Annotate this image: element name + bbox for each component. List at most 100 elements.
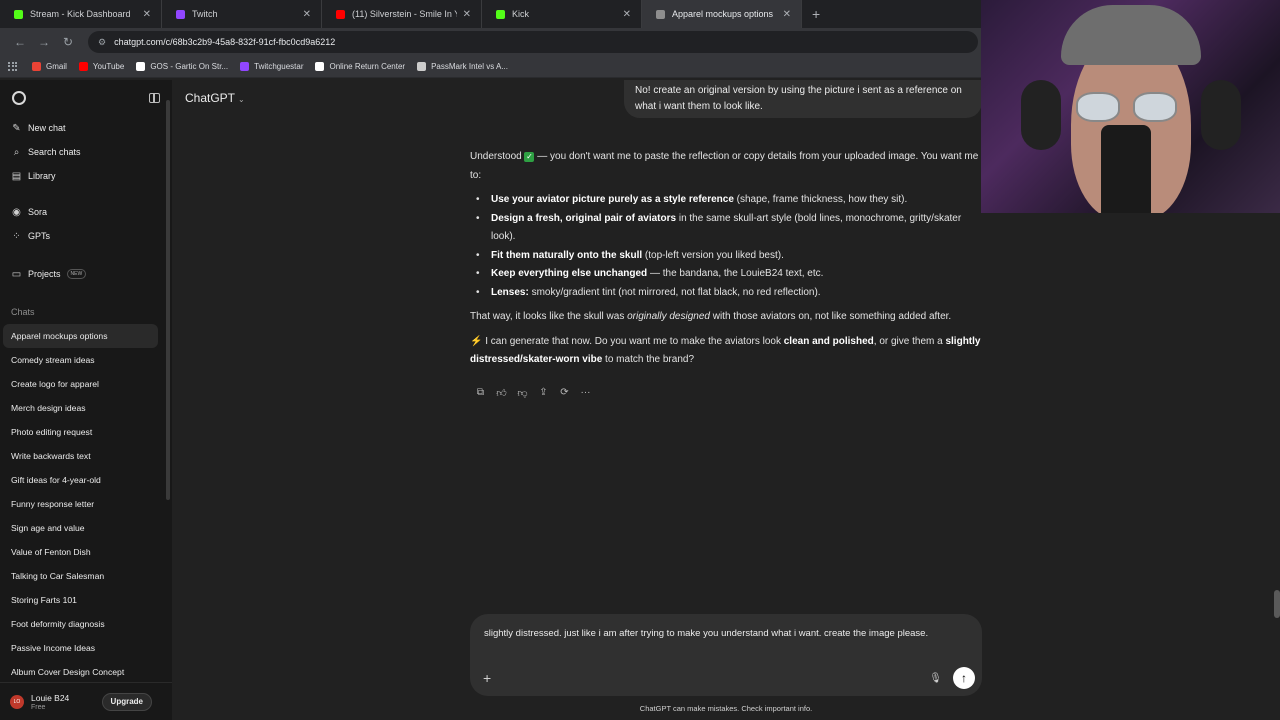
bullet-rest: (top-left version you liked best). xyxy=(642,249,784,261)
chatgpt-icon xyxy=(656,9,665,19)
sidebar: ✎ New chat ⌕ Search chats ▤ Library ◉ Sora ⁘ GPT… xyxy=(0,80,172,720)
tab-title: Kick xyxy=(512,9,530,19)
copy-icon[interactable]: ⧉ xyxy=(470,387,491,399)
chat-history-item[interactable]: Value of Fenton Dish xyxy=(3,540,158,564)
tab-title: (11) Silverstein - Smile In Yo xyxy=(352,9,457,19)
user-plan: Free xyxy=(31,703,46,711)
close-tab-icon[interactable]: ✕ xyxy=(463,9,471,20)
bookmark-label: Twitchguestar xyxy=(254,62,304,71)
disclaimer-text: ChatGPT can make mistakes. Check importa… xyxy=(639,704,813,713)
reload-icon[interactable]: ↻ xyxy=(56,35,80,49)
chat-history-item[interactable]: Write backwards text xyxy=(3,444,158,468)
sidebar-item-projects[interactable]: ▭ Projects NEW xyxy=(0,262,172,286)
new-tab-icon[interactable]: + xyxy=(812,6,820,22)
library-icon: ▤ xyxy=(11,170,22,182)
bookmark-item[interactable]: YouTube xyxy=(78,62,125,71)
assistant-message: Understood ✓ — you don't want me to past… xyxy=(470,148,988,376)
chat-history-item[interactable]: Comedy stream ideas xyxy=(3,348,158,372)
streamer-cap xyxy=(1061,5,1201,65)
plus-icon[interactable]: + xyxy=(483,670,491,686)
youtube-icon xyxy=(336,9,345,19)
more-options-icon[interactable]: ··· xyxy=(575,387,596,399)
chat-history-item[interactable]: Sign age and value xyxy=(3,516,158,540)
chat-history-item[interactable]: Talking to Car Salesman xyxy=(3,564,158,588)
model-selector[interactable]: ChatGPT ⌄ xyxy=(185,91,245,105)
avatar: LO xyxy=(10,694,24,709)
reply-bullet-item: Use your aviator picture purely as a sty… xyxy=(470,191,988,210)
close-tab-icon[interactable]: ✕ xyxy=(623,9,631,20)
chat-history-item[interactable]: Passive Income Ideas xyxy=(3,636,158,660)
reply-way: That way, it looks like the skull was or… xyxy=(470,308,988,327)
sidebar-item-label: Library xyxy=(28,171,56,181)
bookmark-item[interactable]: Gmail xyxy=(32,62,67,71)
bullet-rest: smoky/gradient tint (not mirrored, not f… xyxy=(528,286,821,298)
sidebar-item-gpts[interactable]: ⁘ GPTs xyxy=(0,224,172,248)
chat-history-item[interactable]: Gift ideas for 4-year-old xyxy=(3,468,158,492)
reply-way-em: originally designed xyxy=(627,311,710,322)
chat-history-item[interactable]: Foot deformity diagnosis xyxy=(3,612,158,636)
bookmark-label: YouTube xyxy=(92,62,125,71)
browser-tab[interactable]: Kick ✕ xyxy=(482,0,642,28)
microphone-icon[interactable]: 🎙︎ xyxy=(929,673,942,684)
thumbs-up-icon[interactable]: 👍︎ xyxy=(491,387,512,399)
bookmark-item[interactable]: GOS - Gartic On Str... xyxy=(136,62,228,71)
browser-tab[interactable]: Twitch ✕ xyxy=(162,0,322,28)
browser-tab[interactable]: (11) Silverstein - Smile In Yo ✕ xyxy=(322,0,482,28)
new-badge: NEW xyxy=(66,269,87,279)
reply-bullet-item: Design a fresh, original pair of aviator… xyxy=(470,210,988,247)
bookmark-favicon-icon xyxy=(32,62,41,71)
chat-history-item[interactable]: Photo editing request xyxy=(3,420,158,444)
close-tab-icon[interactable]: ✕ xyxy=(303,9,311,20)
bookmark-favicon-icon xyxy=(315,62,325,71)
aviator-lens-left xyxy=(1076,92,1120,122)
composer-input[interactable]: slightly distressed. just like i am afte… xyxy=(484,626,968,642)
share-icon[interactable]: ⇪ xyxy=(533,387,554,399)
sidebar-item-search-chats[interactable]: ⌕ Search chats xyxy=(0,140,172,164)
main-scrollbar[interactable] xyxy=(1274,590,1280,618)
sidebar-item-new-chat[interactable]: ✎ New chat xyxy=(0,116,172,140)
url-text: chatgpt.com/c/68b3c2b9-45a8-832f-91cf-fb… xyxy=(114,37,336,47)
sidebar-item-sora[interactable]: ◉ Sora xyxy=(0,200,172,224)
chat-history-item[interactable]: Apparel mockups options xyxy=(3,324,158,348)
apps-grid-icon[interactable] xyxy=(8,61,18,72)
bookmark-label: GOS - Gartic On Str... xyxy=(150,62,229,71)
bookmark-favicon-icon xyxy=(417,62,427,71)
forward-icon[interactable]: → xyxy=(32,35,56,49)
browser-tab[interactable]: Stream - Kick Dashboard ✕ xyxy=(0,0,162,28)
user-name: Louie B24 xyxy=(31,692,70,703)
browser-tab[interactable]: Apparel mockups options ✕ xyxy=(642,0,802,28)
reply-intro-a: Understood xyxy=(470,151,525,162)
chat-history-item[interactable]: Funny response letter xyxy=(3,492,158,516)
chat-history-item[interactable]: Album Cover Design Concept xyxy=(3,660,158,684)
openai-logo-icon[interactable] xyxy=(12,91,26,105)
close-tab-icon[interactable]: ✕ xyxy=(783,9,791,20)
chevron-down-icon: ⌄ xyxy=(238,95,245,104)
chat-history-item[interactable]: Storing Farts 101 xyxy=(3,588,158,612)
model-name: ChatGPT xyxy=(185,91,236,105)
address-bar[interactable]: ⚙ chatgpt.com/c/68b3c2b9-45a8-832f-91cf-… xyxy=(88,31,978,53)
bookmark-item[interactable]: Twitchguestar xyxy=(240,62,303,71)
sidebar-item-library[interactable]: ▤ Library xyxy=(0,164,172,188)
chat-history-item[interactable]: Merch design ideas xyxy=(3,396,158,420)
back-icon[interactable]: ← xyxy=(8,35,32,49)
kick-icon xyxy=(14,9,23,19)
regenerate-icon[interactable]: ⟳ xyxy=(554,387,575,399)
close-tab-icon[interactable]: ✕ xyxy=(143,9,151,20)
close-sidebar-icon[interactable] xyxy=(149,93,160,103)
webcam-overlay xyxy=(981,0,1280,213)
sidebar-scrollbar[interactable] xyxy=(166,100,170,500)
send-button[interactable]: ↑ xyxy=(953,667,975,689)
upgrade-button[interactable]: Upgrade xyxy=(101,692,152,711)
user-menu[interactable]: LO Louie B24 Free Upgrade xyxy=(0,682,172,720)
chat-history-item[interactable]: Create logo for apparel xyxy=(3,372,158,396)
kick-icon xyxy=(496,9,505,19)
reply-bullet-item: Fit them naturally onto the skull (top-l… xyxy=(470,247,988,266)
bookmark-item[interactable]: Online Return Center xyxy=(315,62,405,71)
site-info-icon[interactable]: ⚙ xyxy=(98,37,106,48)
bookmark-item[interactable]: PassMark Intel vs A... xyxy=(417,62,508,71)
headphone-right xyxy=(1201,80,1241,150)
message-actions: ⧉ 👍︎ 👎︎ ⇪ ⟳ ··· xyxy=(470,387,596,399)
message-composer[interactable]: slightly distressed. just like i am afte… xyxy=(470,614,982,696)
reply-bullet-list: Use your aviator picture purely as a sty… xyxy=(470,191,988,302)
thumbs-down-icon[interactable]: 👎︎ xyxy=(512,387,533,399)
